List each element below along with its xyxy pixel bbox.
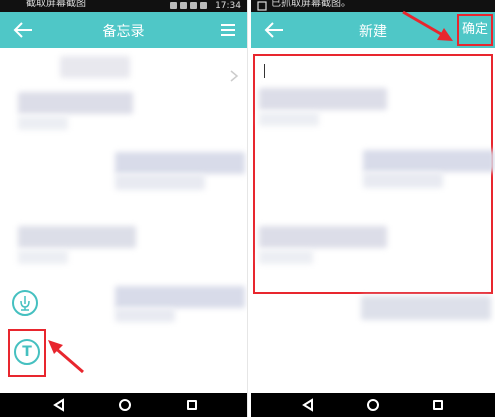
list-item[interactable]	[115, 174, 205, 190]
list-item[interactable]	[18, 92, 133, 114]
list-item[interactable]	[18, 250, 68, 264]
memo-content	[259, 112, 319, 126]
nav-home-icon[interactable]	[119, 399, 131, 411]
screenshot-icon	[257, 1, 267, 11]
app-bar: 新建 确定	[251, 12, 495, 48]
status-text: 已抓取屏幕截图。	[271, 0, 351, 9]
status-bar: 已抓取屏幕截图。	[251, 0, 495, 12]
memo-content	[259, 250, 313, 264]
list-item[interactable]	[115, 286, 245, 308]
menu-icon[interactable]	[221, 24, 235, 36]
nav-home-icon[interactable]	[367, 399, 379, 411]
memo-editor-area[interactable]	[253, 54, 495, 294]
add-text-button-highlight[interactable]: T	[8, 329, 46, 377]
nav-back-icon[interactable]	[301, 398, 315, 412]
nav-back-icon[interactable]	[52, 398, 66, 412]
status-bar: 截取屏幕截图 17:34	[0, 0, 247, 12]
system-nav-bar	[0, 393, 247, 417]
pointer-arrow-icon	[48, 340, 84, 374]
memo-content	[361, 296, 491, 320]
list-item[interactable]	[60, 56, 130, 78]
memo-content	[363, 172, 443, 188]
list-item[interactable]	[18, 226, 136, 248]
memo-content	[259, 226, 387, 248]
memo-content	[259, 88, 387, 110]
list-item[interactable]	[18, 116, 68, 130]
status-icons	[170, 2, 207, 10]
memo-list-screen: 截取屏幕截图 17:34 备忘录 T	[0, 0, 247, 417]
list-item[interactable]	[115, 308, 175, 322]
nav-recent-icon[interactable]	[433, 400, 443, 410]
status-text: 截取屏幕截图	[26, 0, 86, 9]
pointer-arrow-icon	[402, 10, 453, 41]
nav-recent-icon[interactable]	[187, 400, 197, 410]
text-caret	[264, 64, 265, 78]
confirm-button[interactable]: 确定	[457, 14, 493, 46]
memo-content	[363, 150, 495, 172]
list-item[interactable]	[115, 152, 245, 174]
text-tool-icon[interactable]: T	[14, 339, 40, 365]
page-title: 备忘录	[102, 24, 145, 40]
voice-tool-icon[interactable]	[12, 290, 38, 316]
chevron-right-icon	[230, 70, 239, 82]
system-nav-bar	[251, 393, 495, 417]
new-memo-screen: 已抓取屏幕截图。 新建 确定	[251, 0, 495, 417]
status-time: 17:34	[215, 1, 241, 11]
app-bar: 备忘录	[0, 12, 247, 48]
